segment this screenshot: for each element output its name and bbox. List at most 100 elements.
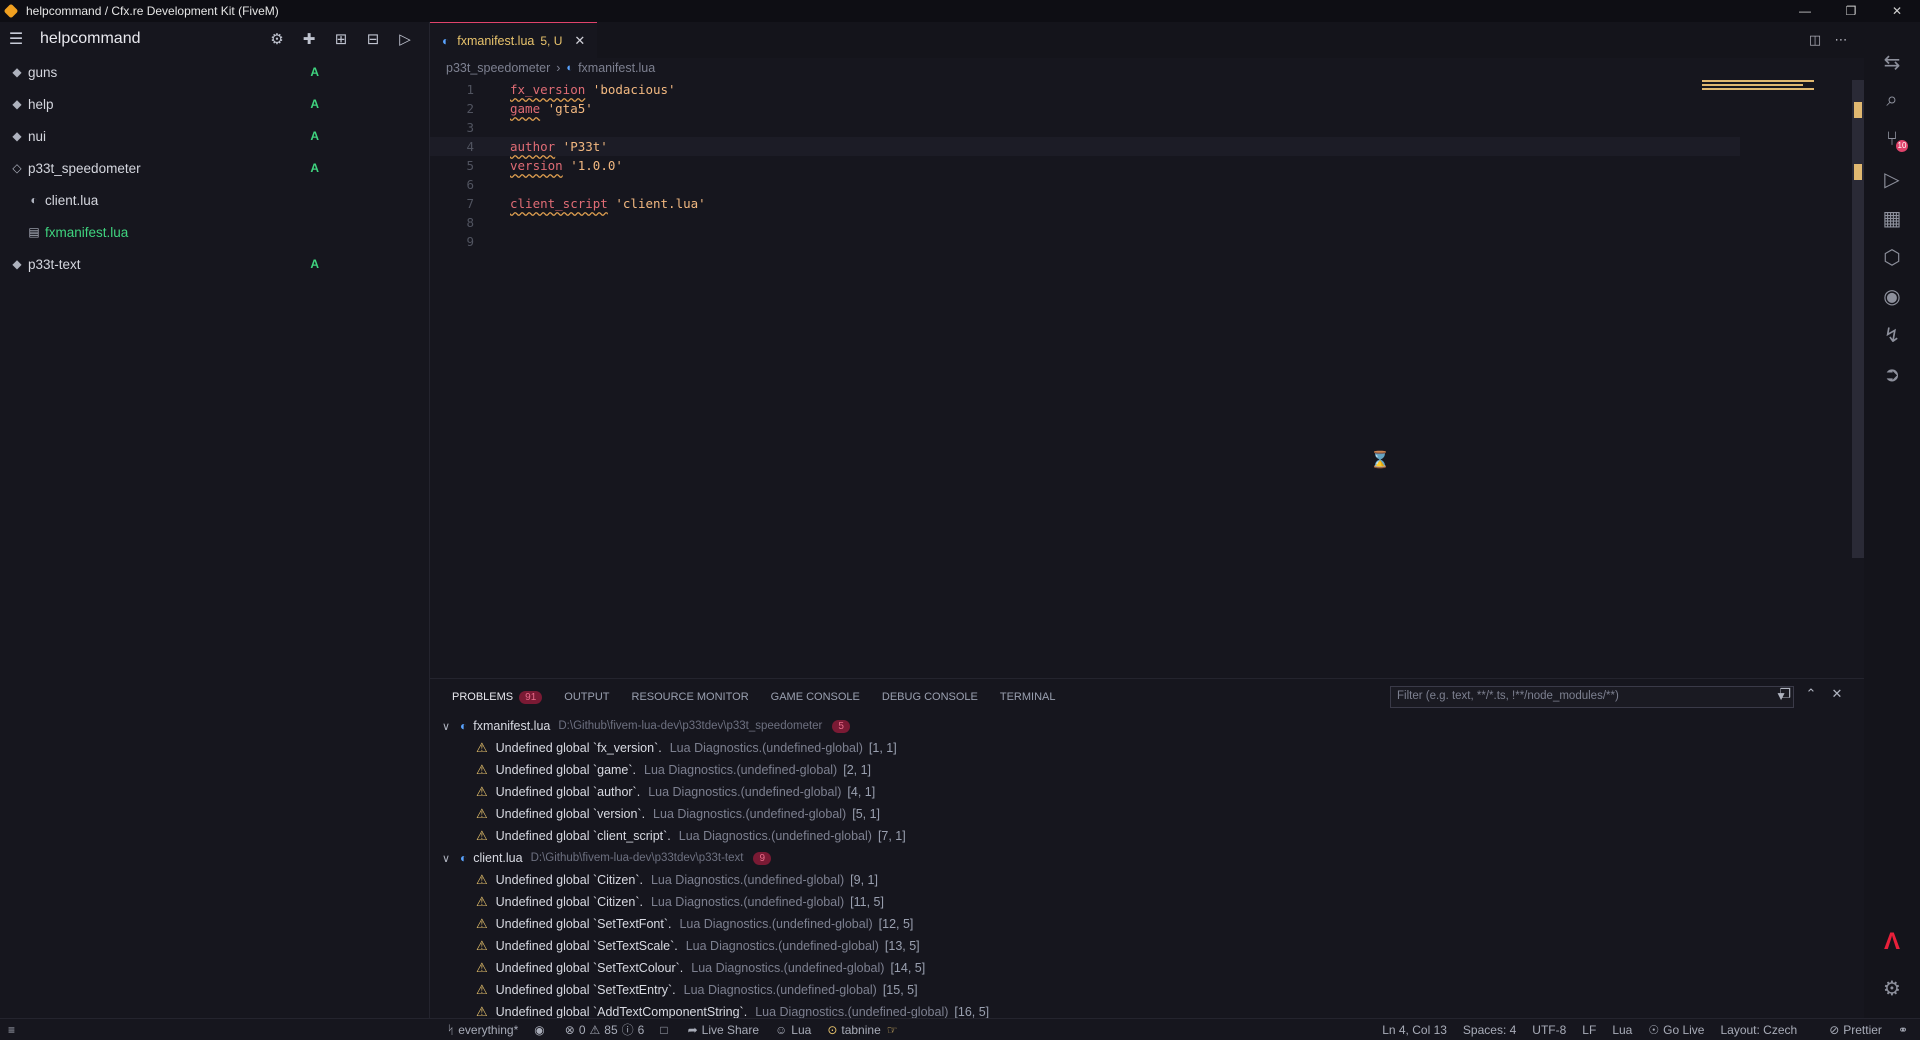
live-share-status[interactable]: ➦ Live Share: [688, 1023, 759, 1037]
collapse-all-icon[interactable]: ❐: [1772, 686, 1798, 702]
status-bar: ≡ ᛋ everything* ◉ ⊗ 0 ⚠ 85 ⓘ 6 □ ➦ Live Share…: [0, 1018, 1920, 1040]
problem-source: Lua Diagnostics.(undefined-global): [650, 873, 845, 887]
close-icon[interactable]: ✕: [574, 33, 585, 49]
cursor-position[interactable]: Ln 4, Col 13: [1382, 1023, 1447, 1037]
source-control-icon[interactable]: ⑂: [1864, 128, 1920, 151]
breadcrumb-file[interactable]: fxmanifest.lua: [578, 61, 655, 75]
code-editor[interactable]: 1 fx_version 'bodacious' 2 game 'gta5' 3 4 aut…: [430, 80, 1740, 251]
plus-icon[interactable]: ✚: [293, 30, 325, 48]
panel-tab[interactable]: GAME CONSOLE: [771, 691, 860, 703]
problem-row[interactable]: ⚠ Undefined global `client_script`. Lua Di…: [430, 825, 1864, 847]
extensions-icon[interactable]: ▦: [1864, 206, 1920, 231]
spotify-icon[interactable]: ◉: [1864, 284, 1920, 309]
language-mode[interactable]: Lua: [1612, 1023, 1632, 1037]
bell-outline-icon[interactable]: □: [660, 1023, 671, 1037]
tab-fxmanifest[interactable]: ◐ fxmanifest.lua 5, U ✕: [430, 22, 598, 58]
tree-item[interactable]: ◆ nui A: [0, 120, 429, 152]
breadcrumb-folder[interactable]: p33t_speedometer: [446, 61, 550, 75]
problem-row[interactable]: ⚠ Undefined global `SetTextScale`. Lua Dia…: [430, 935, 1864, 957]
code-string: 'gta5': [540, 101, 593, 116]
tree-item-label: client.lua: [45, 192, 99, 208]
problem-row[interactable]: ⚠ Undefined global `Citizen`. Lua Diagnost…: [430, 891, 1864, 913]
lightning-icon[interactable]: ↯: [1864, 323, 1920, 348]
keyboard-layout[interactable]: Layout: Czech: [1720, 1023, 1797, 1037]
prettier-status[interactable]: ⊘ Prettier: [1829, 1023, 1882, 1037]
problem-source: Lua Diagnostics.(undefined-global): [691, 961, 885, 975]
chevron-down-icon[interactable]: ∨: [442, 720, 456, 733]
tree-item[interactable]: ◆ guns A: [0, 56, 429, 88]
notifications-icon[interactable]: ⚭: [1898, 1023, 1912, 1037]
tree-item[interactable]: ◇ p33t_speedometer A: [0, 152, 429, 184]
hamburger-menu-icon[interactable]: ☰: [2, 29, 30, 49]
breadcrumb: p33t_speedometer › ◐ fxmanifest.lua: [430, 58, 1864, 78]
warning-icon: ⚠: [476, 828, 488, 843]
lua-status[interactable]: ☺ Lua: [775, 1023, 811, 1037]
go-live-button[interactable]: ☉ Go Live: [1648, 1023, 1704, 1037]
problem-row[interactable]: ⚠ Undefined global `SetTextEntry`. Lua Dia…: [430, 979, 1864, 1001]
problem-row[interactable]: ⚠ Undefined global `game`. Lua Diagnostics…: [430, 759, 1864, 781]
tree-item[interactable]: ◐ client.lua: [0, 184, 429, 216]
tabnine-icon: ⊙: [827, 1022, 838, 1037]
line-content: fx_version 'bodacious': [510, 82, 676, 97]
remote-icon[interactable]: ≡: [8, 1023, 19, 1037]
resource-icon: ◆: [12, 257, 22, 271]
problems-filter-input[interactable]: Filter (e.g. text, **/*.ts, !**/node_mod…: [1390, 686, 1794, 708]
problem-file-row[interactable]: ∨ ◐ fxmanifest.lua D:\Github\fivem-lua-dev\…: [430, 715, 1864, 737]
problem-file-count: 9: [753, 851, 772, 865]
sync-icon[interactable]: ◉: [534, 1023, 548, 1037]
branch-status[interactable]: ᛋ everything*: [447, 1023, 518, 1037]
panel-tab[interactable]: DEBUG CONSOLE: [882, 691, 978, 703]
chevron-down-icon[interactable]: ∨: [442, 852, 456, 865]
panel-tab[interactable]: OUTPUT: [564, 691, 609, 703]
cfx-cube-icon[interactable]: ⬡: [1864, 245, 1920, 270]
tree-item[interactable]: ▤ fxmanifest.lua: [0, 216, 429, 248]
problem-row[interactable]: ⚠ Undefined global `SetTextColour`. Lua Di…: [430, 957, 1864, 979]
indentation[interactable]: Spaces: 4: [1463, 1023, 1516, 1037]
minimize-icon[interactable]: —: [1782, 0, 1828, 22]
maximize-panel-icon[interactable]: ⌃: [1798, 686, 1824, 702]
close-icon[interactable]: ✕: [1874, 0, 1920, 22]
problem-row[interactable]: ⚠ Undefined global `Citizen`. Lua Diagnost…: [430, 869, 1864, 891]
panel-tab[interactable]: PROBLEMS 91: [452, 690, 543, 704]
tree-item[interactable]: ◆ help A: [0, 88, 429, 120]
info-count: 6: [637, 1022, 645, 1037]
problem-row[interactable]: ⚠ Undefined global `version`. Lua Diagnost…: [430, 803, 1864, 825]
end-of-line[interactable]: LF: [1582, 1023, 1596, 1037]
live-share-icon[interactable]: ➲: [1864, 362, 1920, 387]
search-icon[interactable]: ⌕: [1864, 89, 1920, 112]
tabnine-status[interactable]: ⊙ tabnine ☞: [827, 1023, 897, 1037]
close-panel-icon[interactable]: ✕: [1824, 686, 1850, 702]
play-icon[interactable]: ▷: [389, 30, 421, 48]
scrollbar-warning-mark: [1854, 164, 1862, 180]
problems-status[interactable]: ⊗ 0 ⚠ 85 ⓘ 6: [565, 1021, 645, 1038]
bottom-panel: PROBLEMS 91 OUTPUT RESOURCE MONITOR GAME CON…: [430, 678, 1864, 1019]
gear-icon[interactable]: ⚙: [261, 30, 293, 48]
git-status-badge: A: [310, 65, 319, 79]
editor-scrollbar[interactable]: [1852, 80, 1864, 558]
problem-row[interactable]: ⚠ Undefined global `fx_version`. Lua Diagn…: [430, 737, 1864, 759]
tree-item[interactable]: ◆ p33t-text A: [0, 248, 429, 280]
problem-row[interactable]: ⚠ Undefined global `SetTextFont`. Lua Diag…: [430, 913, 1864, 935]
export-icon[interactable]: ⊟: [357, 30, 389, 48]
resource-icon: ◆: [12, 65, 22, 79]
import-icon[interactable]: ⊞: [325, 30, 357, 48]
panel-tab[interactable]: TERMINAL: [1000, 691, 1056, 703]
code-identifier: fx_version: [510, 82, 586, 97]
panel-tab[interactable]: RESOURCE MONITOR: [632, 691, 749, 703]
more-actions-icon[interactable]: ⋯: [1828, 32, 1854, 48]
restore-icon[interactable]: ❐: [1828, 0, 1874, 22]
cfx-logo-icon[interactable]: Λ: [1864, 928, 1920, 956]
minimap[interactable]: [1702, 80, 1814, 100]
warning-icon: ⚠: [476, 982, 488, 997]
code-identifier: client_script: [510, 196, 608, 211]
encoding[interactable]: UTF-8: [1532, 1023, 1566, 1037]
warning-icon: ⚠: [476, 740, 488, 755]
panel-actions: ❐ ⌃ ✕: [1772, 686, 1850, 702]
problem-file-row[interactable]: ∨ ◐ client.lua D:\Github\fivem-lua-dev\p33t…: [430, 847, 1864, 869]
settings-gear-icon[interactable]: ⚙: [1864, 976, 1920, 1001]
split-editor-icon[interactable]: ◫: [1802, 32, 1828, 48]
run-debug-icon[interactable]: ▷: [1864, 167, 1920, 192]
line-number: 6: [466, 177, 474, 192]
problem-row[interactable]: ⚠ Undefined global `author`. Lua Diagnosti…: [430, 781, 1864, 803]
explorer-icon[interactable]: ⇆: [1864, 50, 1920, 75]
